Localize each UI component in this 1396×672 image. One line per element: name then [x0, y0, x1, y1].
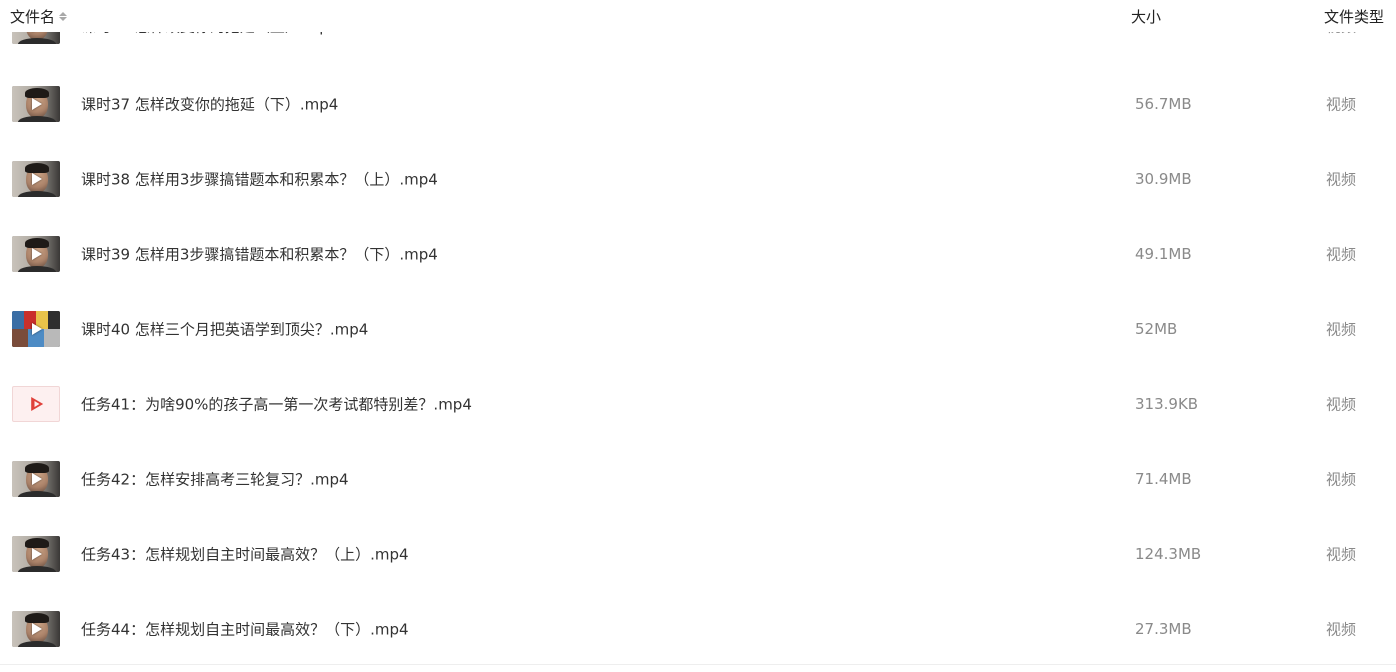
sort-icon[interactable] [59, 12, 68, 21]
file-row[interactable]: 课时39 怎样用3步骤搞错题本和积累本？（下）.mp4 49.1MB 视频 [0, 216, 1396, 291]
file-type: 视频 [1326, 545, 1357, 563]
video-thumbnail[interactable] [12, 235, 60, 272]
file-row[interactable]: 任务43：怎样规划自主时间最高效？（上）.mp4 124.3MB 视频 [0, 516, 1396, 591]
play-icon [32, 97, 42, 110]
video-thumbnail[interactable] [12, 160, 60, 197]
video-thumbnail[interactable] [12, 535, 60, 572]
file-name[interactable]: 任务41：为啥90%的孩子高一第一次考试都特别差？.mp4 [81, 393, 472, 414]
file-row[interactable]: 课时38 怎样用3步骤搞错题本和积累本？（上）.mp4 30.9MB 视频 [0, 141, 1396, 216]
file-name[interactable]: 课时38 怎样用3步骤搞错题本和积累本？（上）.mp4 [81, 168, 438, 189]
file-type: 视频 [1326, 245, 1357, 263]
column-header-size[interactable]: 大小 [1131, 6, 1161, 27]
file-size: 27.3MB [1135, 619, 1192, 638]
file-row[interactable]: 课时36 怎样改变你的拖延（上）.mp4 视频 [0, 28, 1396, 63]
file-type: 视频 [1326, 320, 1357, 338]
file-size: 313.9KB [1135, 394, 1199, 413]
file-size: 71.4MB [1135, 469, 1192, 488]
file-name[interactable]: 课时37 怎样改变你的拖延（下）.mp4 [81, 93, 338, 114]
file-size: 49.1MB [1135, 244, 1192, 263]
file-rows: 课时36 怎样改变你的拖延（上）.mp4 视频 课时37 怎样改变你的拖延（下）… [0, 28, 1396, 666]
file-row[interactable]: 任务42：怎样安排高考三轮复习？.mp4 71.4MB 视频 [0, 441, 1396, 516]
list-header: 文件名 大小 文件类型 [0, 0, 1396, 32]
video-thumbnail[interactable] [12, 460, 60, 497]
file-name[interactable]: 任务42：怎样安排高考三轮复习？.mp4 [81, 468, 349, 489]
sort-desc-icon [59, 17, 68, 21]
video-thumbnail[interactable] [12, 610, 60, 647]
file-row[interactable]: 任务44：怎样规划自主时间最高效？（下）.mp4 27.3MB 视频 [0, 591, 1396, 666]
play-icon [32, 547, 42, 560]
file-row[interactable]: 课时40 怎样三个月把英语学到顶尖？.mp4 52MB 视频 [0, 291, 1396, 366]
play-icon [32, 172, 42, 185]
file-size: 124.3MB [1135, 544, 1202, 563]
file-list: 文件名 大小 文件类型 课时36 怎样改变你的拖延（上）.mp4 视频 课 [0, 0, 1396, 672]
file-size: 56.7MB [1135, 94, 1192, 113]
file-name[interactable]: 课时40 怎样三个月把英语学到顶尖？.mp4 [81, 318, 368, 339]
video-thumbnail[interactable] [12, 85, 60, 122]
file-name[interactable]: 任务44：怎样规划自主时间最高效？（下）.mp4 [81, 618, 409, 639]
play-icon [32, 247, 42, 260]
file-type: 视频 [1326, 95, 1357, 113]
file-name[interactable]: 任务43：怎样规划自主时间最高效？（上）.mp4 [81, 543, 409, 564]
video-thumbnail[interactable] [12, 310, 60, 347]
play-icon [32, 322, 42, 335]
column-header-name[interactable]: 文件名 [10, 6, 68, 27]
file-name[interactable]: 课时39 怎样用3步骤搞错题本和积累本？（下）.mp4 [81, 243, 438, 264]
file-size: 52MB [1135, 319, 1178, 338]
divider [0, 664, 1396, 665]
file-row[interactable]: 课时37 怎样改变你的拖延（下）.mp4 56.7MB 视频 [0, 66, 1396, 141]
file-type: 视频 [1326, 170, 1357, 188]
column-header-type[interactable]: 文件类型 [1324, 6, 1384, 27]
play-icon [32, 622, 42, 635]
file-type: 视频 [1326, 620, 1357, 638]
file-type: 视频 [1326, 395, 1357, 413]
file-size: 30.9MB [1135, 169, 1192, 188]
video-file-icon[interactable] [12, 385, 60, 422]
column-header-name-label: 文件名 [10, 8, 56, 26]
sort-asc-icon [59, 12, 68, 16]
file-type: 视频 [1326, 470, 1357, 488]
file-row[interactable]: 任务41：为啥90%的孩子高一第一次考试都特别差？.mp4 313.9KB 视频 [0, 366, 1396, 441]
play-icon [32, 472, 42, 485]
